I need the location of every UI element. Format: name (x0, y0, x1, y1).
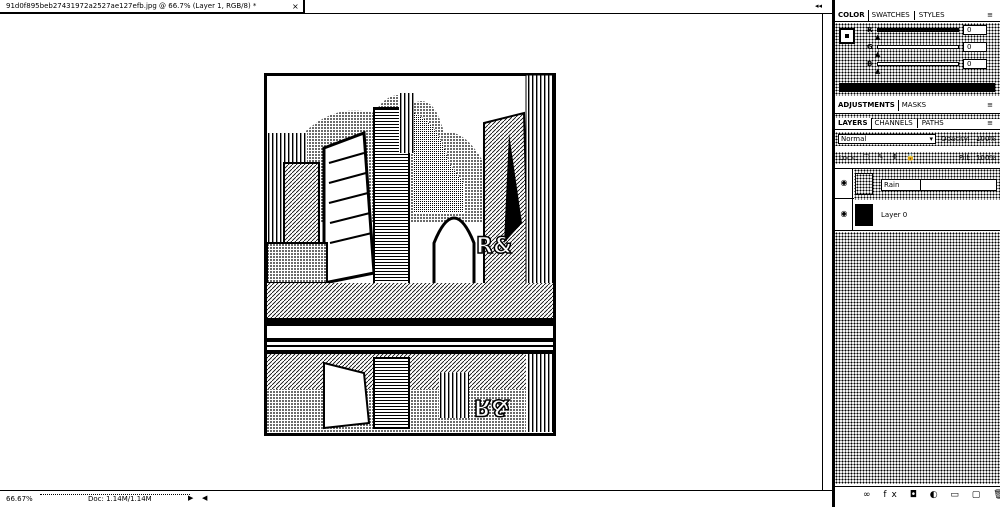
foreground-color-swatch[interactable] (839, 28, 855, 44)
fill-value[interactable]: 100% (976, 154, 996, 162)
scroll-left-arrow-icon[interactable]: ◀ (202, 494, 207, 502)
canvas-image[interactable]: R& R& (264, 73, 556, 436)
layer-row-layer-0[interactable]: ◉ Layer 0 (835, 200, 1000, 231)
tab-separator (916, 119, 918, 128)
svg-text:R&: R& (474, 394, 510, 419)
status-bar: 66.67% Doc: 1.14M/1.14M ▶ ◀ (0, 490, 832, 507)
lock-icons[interactable]: □ ✎ ✥ 🔒 (863, 153, 918, 161)
opacity-value[interactable]: 100% (976, 135, 996, 143)
tab-masks[interactable]: MASKS (899, 100, 929, 111)
blend-mode-value: Normal (841, 135, 867, 143)
layer-name-input[interactable]: Rain (881, 179, 921, 191)
tab-styles[interactable]: STYLES (916, 10, 948, 21)
tab-adjustments[interactable]: ADJUSTMENTS (835, 100, 899, 111)
opacity-label: Opacity: (941, 135, 970, 143)
layer-name: Layer 0 (881, 211, 908, 219)
slider-b[interactable] (877, 62, 959, 66)
visibility-toggle[interactable]: ◉ (835, 200, 853, 231)
tab-separator (913, 11, 915, 20)
chevron-down-icon: ▾ (929, 135, 933, 143)
photoshop-window: 91d0f895beb27431972a2527ae127efb.jpg @ 6… (0, 0, 1000, 507)
panel-menu-icon[interactable]: ≡ (984, 100, 996, 111)
visibility-toggle[interactable]: ◉ (835, 169, 853, 200)
color-panel: COLOR SWATCHES STYLES ≡ R ▲ 0 G ▲ 0 B ▲ 0 (835, 10, 1000, 96)
document-tab[interactable]: 91d0f895beb27431972a2527ae127efb.jpg @ 6… (0, 0, 305, 14)
layer-row-rain[interactable]: ◉ Rain (835, 168, 1000, 200)
value-b[interactable]: 0 (963, 59, 987, 69)
layers-panel: LAYERS CHANNELS PATHS ≡ Normal ▾ Opacity: … (835, 118, 1000, 490)
tab-layers[interactable]: LAYERS (835, 118, 872, 129)
color-panel-body: R ▲ 0 G ▲ 0 B ▲ 0 (835, 23, 1000, 96)
close-icon[interactable]: × (292, 0, 299, 12)
layer-thumbnail (855, 204, 873, 226)
slider-g[interactable] (877, 45, 959, 49)
color-spectrum[interactable] (839, 83, 995, 92)
layers-panel-footer: ∞ fx ◘ ◐ ▭ ▢ 🗑 (835, 486, 1000, 507)
channel-label-g: G (867, 43, 873, 51)
tab-swatches[interactable]: SWATCHES (869, 10, 913, 21)
eye-icon[interactable]: ◉ (839, 178, 849, 188)
slider-r[interactable] (877, 28, 959, 32)
value-g[interactable]: 0 (963, 42, 987, 52)
channel-label-r: R (867, 26, 873, 34)
lock-label: Lock: (839, 154, 858, 162)
vertical-scrollbar[interactable] (822, 14, 832, 501)
value-r[interactable]: 0 (963, 25, 987, 35)
collapse-panels-icon[interactable]: ◂◂ (815, 1, 822, 11)
tab-channels[interactable]: CHANNELS (872, 118, 916, 129)
lock-options-row: Lock: □ ✎ ✥ 🔒 Fill: 100% (835, 152, 1000, 164)
layers-list-empty-area (835, 232, 1000, 484)
channel-label-b: B (867, 60, 873, 68)
blend-options-row: Normal ▾ Opacity: 100% (835, 132, 1000, 146)
status-menu-arrow-icon[interactable]: ▶ (188, 494, 193, 502)
tab-color[interactable]: COLOR (835, 10, 869, 21)
slider-thumb-r-icon[interactable]: ▲ (875, 34, 880, 41)
slider-thumb-g-icon[interactable]: ▲ (875, 51, 880, 58)
slider-thumb-b-icon[interactable]: ▲ (875, 68, 880, 75)
document-size: Doc: 1.14M/1.14M (88, 495, 152, 503)
adjustments-panel-tabs: ADJUSTMENTS MASKS ≡ (835, 100, 1000, 114)
blend-mode-select[interactable]: Normal ▾ (838, 134, 936, 144)
eye-icon[interactable]: ◉ (839, 209, 849, 219)
tab-bar-divider (305, 13, 832, 14)
layer-thumbnail (855, 173, 873, 195)
layers-panel-tabs: LAYERS CHANNELS PATHS ≡ (835, 118, 1000, 130)
svg-text:R&: R& (476, 234, 512, 259)
zoom-level[interactable]: 66.67% (6, 495, 33, 503)
fill-label: Fill: (959, 154, 971, 162)
layer-name-input-extension[interactable] (921, 179, 997, 191)
tab-paths[interactable]: PATHS (919, 118, 947, 129)
color-panel-tabs: COLOR SWATCHES STYLES ≡ (835, 10, 1000, 22)
panel-dock: COLOR SWATCHES STYLES ≡ R ▲ 0 G ▲ 0 B ▲ 0 (832, 0, 1000, 507)
panel-menu-icon[interactable]: ≡ (984, 118, 996, 129)
layer-action-icons[interactable]: ∞ fx ◘ ◐ ▭ ▢ 🗑 (863, 490, 1000, 500)
panel-menu-icon[interactable]: ≡ (984, 10, 996, 21)
document-tab-title: 91d0f895beb27431972a2527ae127efb.jpg @ 6… (6, 2, 257, 10)
